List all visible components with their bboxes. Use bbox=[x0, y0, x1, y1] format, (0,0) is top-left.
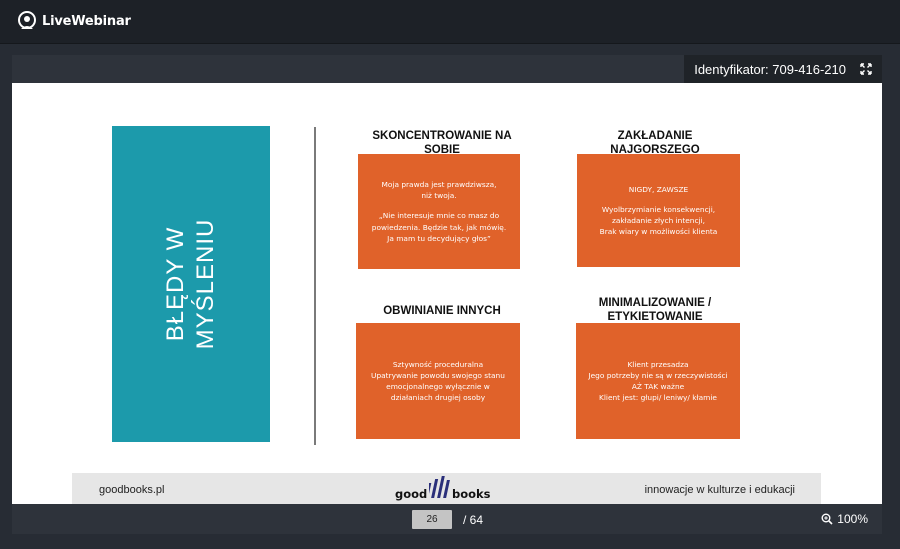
heading-line: OBWINIANIE INNYCH bbox=[383, 305, 501, 317]
slide-title-panel: BŁĘDY W MYŚLENIU bbox=[112, 126, 270, 442]
box-line: działaniach drugiej osoby bbox=[390, 393, 486, 403]
app-name: LiveWebinar bbox=[42, 13, 131, 29]
brand-logo[interactable]: LiveWebinar bbox=[17, 11, 131, 31]
box-line: Jego potrzeby nie są w rzeczywistości bbox=[588, 370, 728, 380]
vertical-divider bbox=[314, 127, 316, 445]
session-id: Identyfikator: 709-416-210 bbox=[694, 61, 846, 77]
slide-controls: 26 / 64 100% bbox=[12, 503, 882, 535]
section-box-1: Moja prawda jest prawdziwsza, niż twoja.… bbox=[358, 154, 520, 269]
box-line: AŻ TAK ważne bbox=[631, 382, 685, 391]
heading-line: MINIMALIZOWANIE / bbox=[598, 297, 712, 309]
box-line: NIGDY, ZAWSZE bbox=[628, 184, 689, 194]
box-line: Sztywność proceduralna bbox=[392, 359, 484, 369]
box-line: emocjonalnego wyłącznie w bbox=[386, 382, 490, 391]
fullscreen-icon[interactable] bbox=[860, 63, 872, 75]
section-heading-4: MINIMALIZOWANIE / ETYKIETOWANIE bbox=[579, 296, 731, 324]
slide-title-line-1: BŁĘDY W bbox=[162, 226, 189, 342]
section-heading-2: ZAKŁADANIE NAJGORSZEGO bbox=[579, 129, 731, 157]
page-number-input[interactable]: 26 bbox=[412, 510, 452, 529]
box-line: Klient jest: głupi/ leniwy/ kłamie bbox=[599, 393, 717, 403]
slide-footer: goodbooks.pl good books innowacje w kult… bbox=[72, 473, 821, 504]
box-line: zakładanie złych intencji, bbox=[611, 216, 705, 225]
zoom-control[interactable]: 100% bbox=[821, 512, 868, 526]
logo-text-good: good bbox=[395, 487, 428, 501]
section-heading-3: OBWINIANIE INNYCH bbox=[357, 304, 527, 318]
box-line: Klient przesadza bbox=[627, 359, 689, 369]
zoom-in-icon[interactable] bbox=[821, 513, 833, 525]
box-line: Upatrywanie powodu swojego stanu bbox=[371, 370, 505, 380]
livewebinar-logo-icon bbox=[18, 11, 36, 29]
top-bar: LiveWebinar bbox=[0, 0, 900, 44]
session-id-bar: Identyfikator: 709-416-210 bbox=[684, 55, 882, 83]
section-heading-1: SKONCENTROWANIE NA SOBIE bbox=[357, 129, 527, 157]
box-line: powiedzenia. Będzie tak, jak mówię. bbox=[371, 222, 507, 232]
page-total: / 64 bbox=[463, 513, 484, 527]
box-line: Wyolbrzymianie konsekwencji, bbox=[601, 204, 716, 214]
logo-text-books: books bbox=[452, 487, 491, 501]
books-bars-icon bbox=[429, 476, 450, 498]
zoom-level: 100% bbox=[837, 512, 868, 526]
presentation-stage: Identyfikator: 709-416-210 BŁĘDY W MYŚLE… bbox=[12, 55, 882, 534]
heading-line: SKONCENTROWANIE NA bbox=[372, 130, 512, 142]
section-box-3: Sztywność proceduralna Upatrywanie powod… bbox=[356, 323, 520, 439]
footer-tagline: innowacje w kulturze i edukacji bbox=[644, 484, 795, 496]
box-line: Ja mam tu decydujący głos” bbox=[387, 233, 491, 243]
section-box-4: Klient przesadza Jego potrzeby nie są w … bbox=[576, 323, 740, 439]
slide-title: BŁĘDY W MYŚLENIU bbox=[161, 219, 221, 350]
heading-line: ETYKIETOWANIE bbox=[607, 311, 703, 323]
slide: BŁĘDY W MYŚLENIU SKONCENTROWANIE NA SOBI… bbox=[12, 83, 882, 504]
box-line: Moja prawda jest prawdziwsza, bbox=[381, 179, 497, 189]
section-box-2: NIGDY, ZAWSZE Wyolbrzymianie konsekwencj… bbox=[577, 154, 740, 267]
heading-line: ZAKŁADANIE bbox=[617, 130, 693, 142]
footer-website: goodbooks.pl bbox=[99, 484, 165, 496]
box-line: niż twoja. bbox=[421, 191, 457, 201]
box-line: „Nie interesuje mnie co masz do bbox=[378, 211, 500, 221]
box-line: Brak wiary w możliwości klienta bbox=[599, 227, 718, 237]
goodbooks-logo: good books bbox=[395, 475, 491, 503]
slide-title-line-2: MYŚLENIU bbox=[192, 218, 219, 350]
